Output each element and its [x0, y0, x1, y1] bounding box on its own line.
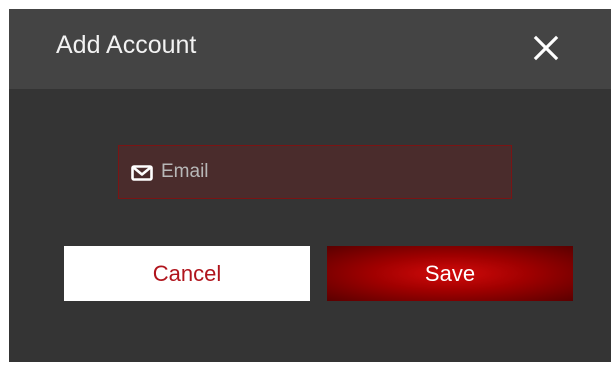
email-input[interactable] — [161, 146, 501, 198]
dialog-header: Add Account — [9, 9, 611, 89]
close-icon[interactable] — [531, 33, 561, 63]
mail-icon — [131, 165, 153, 181]
email-field[interactable] — [118, 145, 512, 199]
cancel-button[interactable]: Cancel — [64, 246, 310, 301]
add-account-dialog: Add Account Cancel Save — [9, 9, 611, 362]
dialog-title: Add Account — [56, 31, 197, 59]
save-button[interactable]: Save — [327, 246, 573, 301]
